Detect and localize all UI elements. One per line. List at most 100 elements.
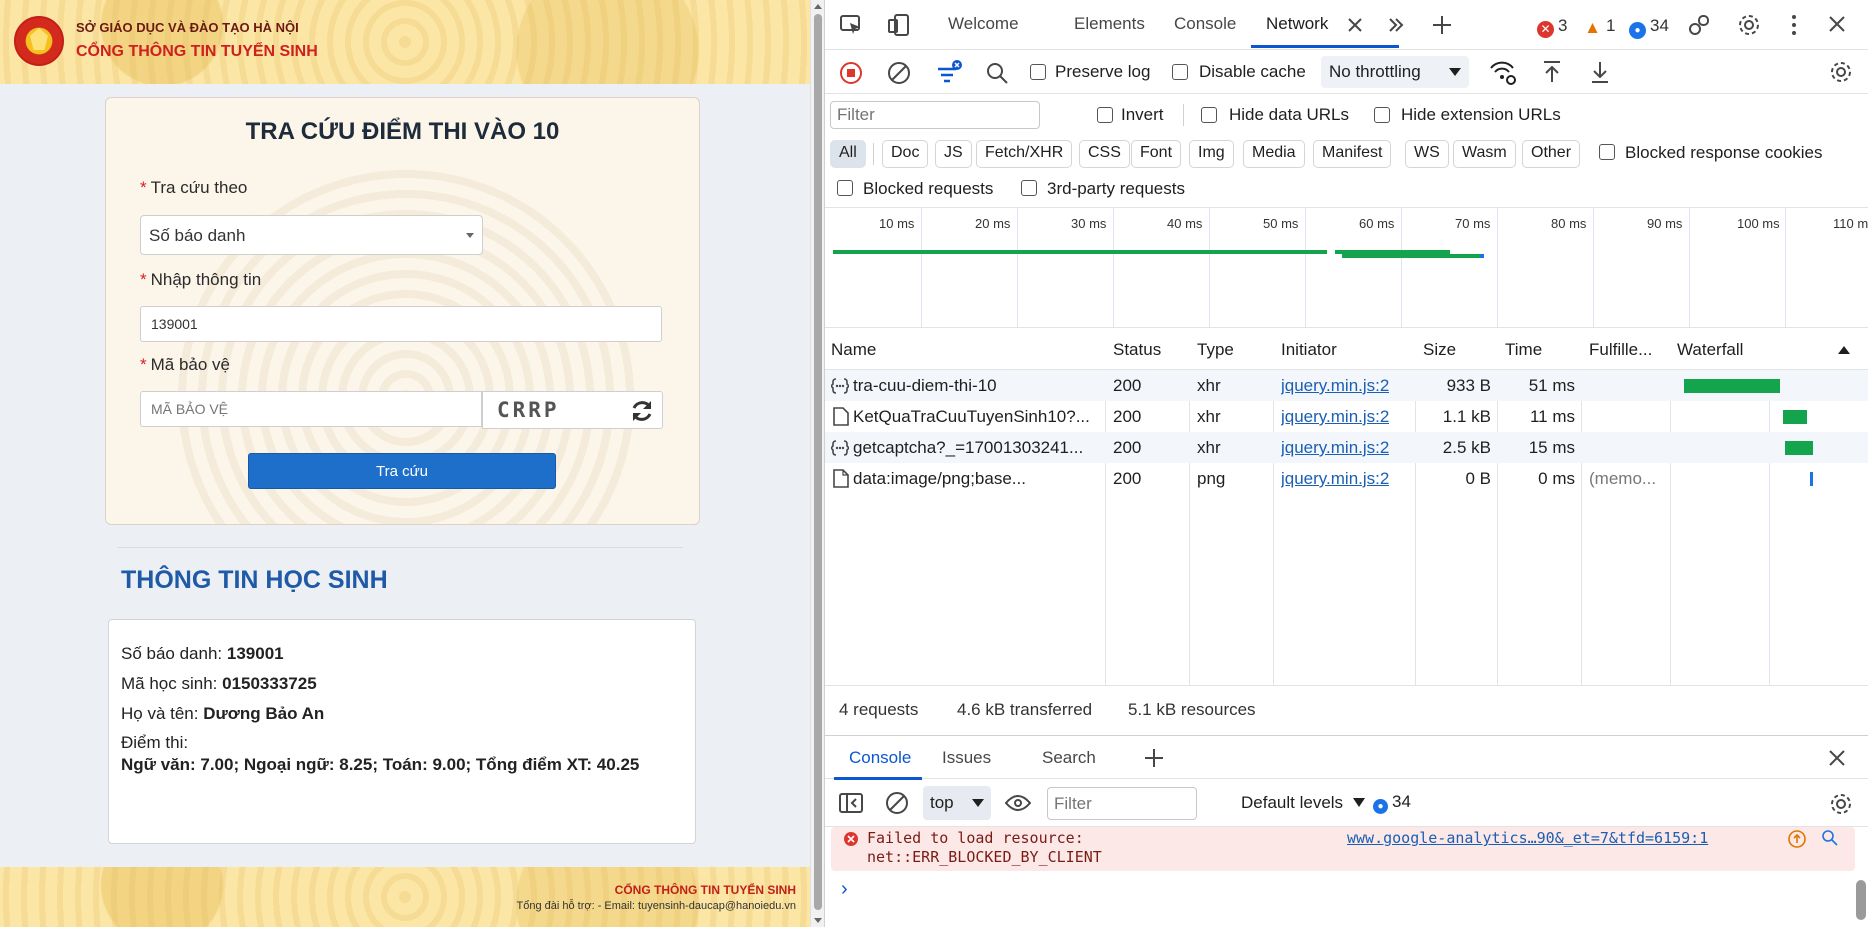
error-source-link[interactable]: www.google-analytics…90&_et=7&tfd=6159:1: [1347, 829, 1708, 847]
drawer-tab-console[interactable]: Console: [849, 748, 911, 768]
sidebar-toggle-icon[interactable]: [839, 792, 863, 814]
download-icon[interactable]: [1589, 60, 1611, 84]
type-filter-wasm[interactable]: Wasm: [1453, 140, 1516, 168]
active-tab-indicator: [1251, 45, 1399, 48]
add-drawer-tab-icon[interactable]: [1143, 747, 1165, 769]
close-tab-icon[interactable]: [1347, 17, 1363, 33]
request-initiator-link[interactable]: jquery.min.js:2: [1281, 376, 1389, 396]
tab-console[interactable]: Console: [1174, 14, 1236, 34]
throttling-select[interactable]: No throttling: [1321, 56, 1469, 88]
type-filter-other[interactable]: Other: [1522, 140, 1581, 168]
type-filter-fetch-xhr[interactable]: Fetch/XHR: [976, 140, 1073, 168]
close-devtools-icon[interactable]: [1828, 15, 1846, 33]
column-header-waterfall[interactable]: Waterfall: [1677, 340, 1743, 360]
search-icon[interactable]: [1821, 829, 1839, 847]
new-tab-icon[interactable]: [1431, 14, 1453, 36]
log-levels-select[interactable]: Default levels: [1241, 793, 1343, 813]
request-initiator-link[interactable]: jquery.min.js:2: [1281, 407, 1389, 427]
refresh-icon[interactable]: [628, 398, 656, 424]
upload-icon[interactable]: [1541, 60, 1563, 84]
type-filter-ws[interactable]: WS: [1405, 140, 1449, 168]
timeline-label: 40 ms: [1167, 216, 1203, 231]
customize-icon[interactable]: [1687, 13, 1711, 37]
request-initiator-link[interactable]: jquery.min.js:2: [1281, 469, 1389, 489]
more-tabs-icon[interactable]: [1387, 16, 1405, 34]
filter-toggle-icon[interactable]: [935, 59, 963, 85]
column-header-status[interactable]: Status: [1113, 340, 1161, 360]
close-drawer-icon[interactable]: [1828, 749, 1846, 767]
info-input[interactable]: [140, 306, 662, 342]
eye-icon[interactable]: [1005, 793, 1031, 813]
preserve-log-checkbox[interactable]: [1030, 64, 1046, 80]
table-row[interactable]: getcaptcha?_=17001303241... 200 xhr jque…: [825, 432, 1868, 463]
column-header-fulfilled[interactable]: Fulfille...: [1589, 340, 1652, 360]
column-header-time[interactable]: Time: [1505, 340, 1542, 360]
column-header-type[interactable]: Type: [1197, 340, 1234, 360]
blocked-requests-checkbox[interactable]: [837, 180, 853, 196]
request-type: xhr: [1197, 407, 1221, 426]
table-row[interactable]: KetQuaTraCuuTuyenSinh10?... 200 xhr jque…: [825, 401, 1868, 432]
table-row[interactable]: tra-cuu-diem-thi-10 200 xhr jquery.min.j…: [825, 370, 1868, 401]
record-stop-icon[interactable]: [839, 61, 863, 85]
type-filter-all[interactable]: All: [830, 140, 866, 168]
column-header-initiator[interactable]: Initiator: [1281, 340, 1337, 360]
blocked-response-cookies-checkbox[interactable]: [1599, 144, 1615, 160]
clear-console-icon[interactable]: [885, 791, 909, 815]
type-filter-css[interactable]: CSS: [1079, 140, 1130, 168]
hide-extension-urls-checkbox[interactable]: [1374, 107, 1390, 123]
sort-ascending-icon[interactable]: [1837, 345, 1851, 355]
network-conditions-icon[interactable]: [1489, 60, 1517, 86]
type-filter-doc[interactable]: Doc: [882, 140, 929, 168]
disable-cache-checkbox[interactable]: [1172, 64, 1188, 80]
timeline-label: 30 ms: [1071, 216, 1107, 231]
tab-welcome[interactable]: Welcome: [948, 14, 1019, 34]
table-row[interactable]: data:image/png;base... 200 png jquery.mi…: [825, 463, 1868, 494]
context-select[interactable]: top: [923, 786, 991, 820]
network-overview-timeline[interactable]: 10 ms 20 ms 30 ms 40 ms 50 ms 60 ms 70 m…: [825, 208, 1868, 328]
score-label: Điểm thi:: [121, 733, 189, 752]
console-prompt[interactable]: ›: [841, 878, 848, 901]
insights-icon[interactable]: [1787, 829, 1807, 849]
type-filter-media[interactable]: Media: [1243, 140, 1305, 168]
network-settings-gear-icon[interactable]: [1829, 60, 1853, 84]
hide-data-urls-checkbox[interactable]: [1201, 107, 1217, 123]
type-filter-img[interactable]: Img: [1189, 140, 1234, 168]
tab-elements[interactable]: Elements: [1074, 14, 1145, 34]
device-toolbar-icon[interactable]: [887, 13, 911, 37]
captcha-input[interactable]: [140, 391, 482, 427]
console-settings-gear-icon[interactable]: [1829, 792, 1853, 816]
scroll-thumb[interactable]: [814, 14, 822, 910]
column-header-name[interactable]: Name: [831, 340, 876, 360]
warning-count-badge[interactable]: ▲ 1: [1583, 16, 1615, 36]
sbd-line: Số báo danh: 139001: [121, 644, 284, 663]
invert-checkbox[interactable]: [1097, 107, 1113, 123]
message-count-badge[interactable]: ● 34: [1629, 16, 1669, 39]
console-filter-input[interactable]: [1047, 787, 1197, 820]
type-filter-manifest[interactable]: Manifest: [1313, 140, 1392, 168]
third-party-requests-checkbox[interactable]: [1021, 180, 1037, 196]
inspect-element-icon[interactable]: [839, 14, 863, 36]
scroll-up-icon[interactable]: [814, 4, 822, 9]
scroll-down-icon[interactable]: [814, 918, 822, 923]
console-error-message[interactable]: Failed to load resource: net::ERR_BLOCKE…: [831, 827, 1855, 871]
request-status: 200: [1113, 407, 1142, 426]
tab-network[interactable]: Network: [1266, 14, 1328, 34]
request-initiator-link[interactable]: jquery.min.js:2: [1281, 438, 1389, 458]
lookup-by-select[interactable]: Số báo danh: [140, 215, 483, 255]
drawer-tab-search[interactable]: Search: [1042, 748, 1096, 768]
lookup-submit-button[interactable]: Tra cứu: [248, 453, 556, 489]
site-logo[interactable]: [14, 16, 64, 66]
type-filter-font[interactable]: Font: [1131, 140, 1182, 168]
search-icon[interactable]: [985, 61, 1009, 85]
console-scrollbar[interactable]: [1856, 880, 1866, 920]
network-filter-input[interactable]: [830, 101, 1040, 129]
drawer-tab-issues[interactable]: Issues: [942, 748, 991, 768]
column-header-size[interactable]: Size: [1423, 340, 1456, 360]
console-message-count[interactable]: ● 34: [1373, 792, 1411, 814]
error-count-badge[interactable]: ✕ 3: [1537, 16, 1567, 38]
clear-icon[interactable]: [887, 61, 911, 85]
gear-icon[interactable]: [1737, 13, 1761, 37]
more-options-icon[interactable]: [1791, 14, 1797, 36]
page-scrollbar[interactable]: [810, 0, 824, 927]
type-filter-js[interactable]: JS: [935, 140, 972, 168]
